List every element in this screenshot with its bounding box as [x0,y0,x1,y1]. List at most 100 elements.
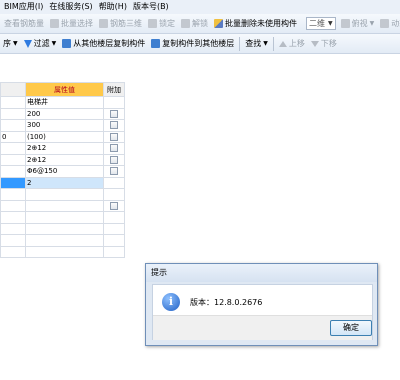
property-add-cell [103,245,125,258]
menu-help[interactable]: 帮助(H) [96,0,130,14]
property-value-cell[interactable]: 300 [25,119,104,132]
eraser-icon [214,19,223,28]
add-checkbox[interactable] [110,201,118,210]
table-row[interactable]: 0 (100) [0,130,125,143]
batch-select-button[interactable]: 批量选择 [47,16,96,32]
property-add-cell [103,199,125,212]
property-name-cell[interactable] [0,199,26,212]
arrow-up-icon [278,40,287,47]
move-down-button[interactable]: 下移 [308,36,340,52]
property-value-cell[interactable]: Φ6@150 [25,165,104,178]
lock-button[interactable]: 锁定 [145,16,178,32]
table-row[interactable] [0,211,125,224]
rebar-3d-button[interactable]: 钢筋三维 [96,16,145,32]
table-row[interactable]: 2⊕12 [0,153,125,166]
unlock-icon [181,19,190,28]
property-value-cell[interactable] [25,188,104,201]
add-checkbox[interactable] [110,144,118,153]
chevron-down-icon: ▼ [13,40,18,47]
property-value-cell[interactable] [25,234,104,247]
table-row[interactable] [0,222,125,235]
property-value-cell[interactable]: (100) [25,130,104,143]
property-add-cell [103,142,125,155]
property-value-header[interactable]: 属性值 [25,82,104,97]
property-add-header[interactable]: 附加 [103,82,125,97]
orbit-icon [380,19,390,28]
table-row[interactable]: 200 [0,107,125,120]
property-name-cell[interactable] [0,96,26,109]
property-name-cell[interactable] [0,119,26,132]
property-value-cell[interactable] [25,199,104,212]
table-row[interactable] [0,188,125,201]
table-row[interactable]: 2⊕12 [0,142,125,155]
rebar-3d-icon [99,19,108,28]
property-value-cell[interactable]: 200 [25,107,104,120]
property-name-cell[interactable]: 0 [0,130,26,143]
property-add-cell [103,96,125,109]
filter-icon [23,39,32,48]
table-row[interactable] [0,199,125,212]
copy-from-floor-button[interactable]: 从其他楼层复制构件 [59,36,148,52]
property-name-cell[interactable] [0,165,26,178]
property-value-cell[interactable] [25,211,104,224]
component-toolbar: 序 ▼ 过滤 ▼ 从其他楼层复制构件 复制构件到其他楼层 查找 ▼ 上移 下移 [0,34,400,54]
property-value-cell[interactable]: 2 [25,176,104,189]
property-name-cell[interactable] [0,176,26,189]
dialog-body: i 版本：12.8.0.2676 确定 [152,284,373,340]
main-toolbar: 查看钢筋量 批量选择 钢筋三维 锁定 解锁 批量删除未使用构件 二维 ▼ 俯视 ▼ … [0,14,400,34]
property-add-cell [103,211,125,224]
menu-online-service[interactable]: 在线服务(S) [46,0,95,14]
property-name-cell[interactable] [0,188,26,201]
info-dialog: 提示 i 版本：12.8.0.2676 确定 [145,263,378,346]
table-row[interactable]: 2 [0,176,125,189]
add-checkbox[interactable] [110,109,118,118]
property-name-cell[interactable] [0,211,26,224]
view-rebar-quantity-button[interactable]: 查看钢筋量 [1,16,47,32]
dialog-title: 提示 [146,264,377,282]
property-value-cell[interactable]: 2⊕12 [25,142,104,155]
copy-to-floor-button[interactable]: 复制构件到其他楼层 [148,36,237,52]
orbit-button[interactable]: 动态观察 [377,16,400,32]
property-value-cell[interactable] [25,222,104,235]
ok-button[interactable]: 确定 [330,320,372,336]
find-button[interactable]: 查找 ▼ [242,36,271,52]
property-add-cell [103,176,125,189]
add-checkbox[interactable] [110,132,118,141]
property-name-cell[interactable] [0,142,26,155]
add-checkbox[interactable] [110,155,118,164]
property-name-cell[interactable] [0,222,26,235]
move-up-button[interactable]: 上移 [276,36,308,52]
dialog-message: 版本：12.8.0.2676 [190,298,263,307]
filter-button[interactable]: 过滤 ▼ [21,36,60,52]
property-name-cell[interactable] [0,245,26,258]
property-add-cell [103,130,125,143]
property-value-cell[interactable]: 电梯井 [25,96,104,109]
property-add-cell [103,222,125,235]
menu-version[interactable]: 版本号(B) [130,0,172,14]
batch-select-icon [50,19,59,28]
unlock-button[interactable]: 解锁 [178,16,211,32]
copy-from-floor-icon [62,39,72,48]
property-value-cell[interactable] [25,245,104,258]
add-checkbox[interactable] [110,167,118,176]
table-row[interactable] [0,245,125,258]
table-row[interactable]: 300 [0,119,125,132]
add-checkbox[interactable] [110,121,118,130]
top-view-icon [340,19,350,28]
property-name-cell[interactable] [0,153,26,166]
table-row[interactable] [0,234,125,247]
top-view-button[interactable]: 俯视 ▼ [338,16,378,32]
chevron-down-icon: ▼ [369,20,375,27]
batch-delete-unused-button[interactable]: 批量删除未使用构件 [211,16,300,32]
property-name-cell[interactable] [0,107,26,120]
property-value-cell[interactable]: 2⊕12 [25,153,104,166]
menu-bim[interactable]: BIM应用(I) [1,0,46,14]
property-name-header[interactable] [0,82,26,97]
table-row[interactable]: 电梯井 [0,96,125,109]
sort-button[interactable]: 序 ▼ [0,36,21,52]
property-name-cell[interactable] [0,234,26,247]
chevron-down-icon: ▼ [263,40,268,47]
table-row[interactable]: Φ6@150 [0,165,125,178]
chevron-down-icon: ▼ [328,20,333,27]
view-mode-select[interactable]: 二维 ▼ [306,17,336,30]
